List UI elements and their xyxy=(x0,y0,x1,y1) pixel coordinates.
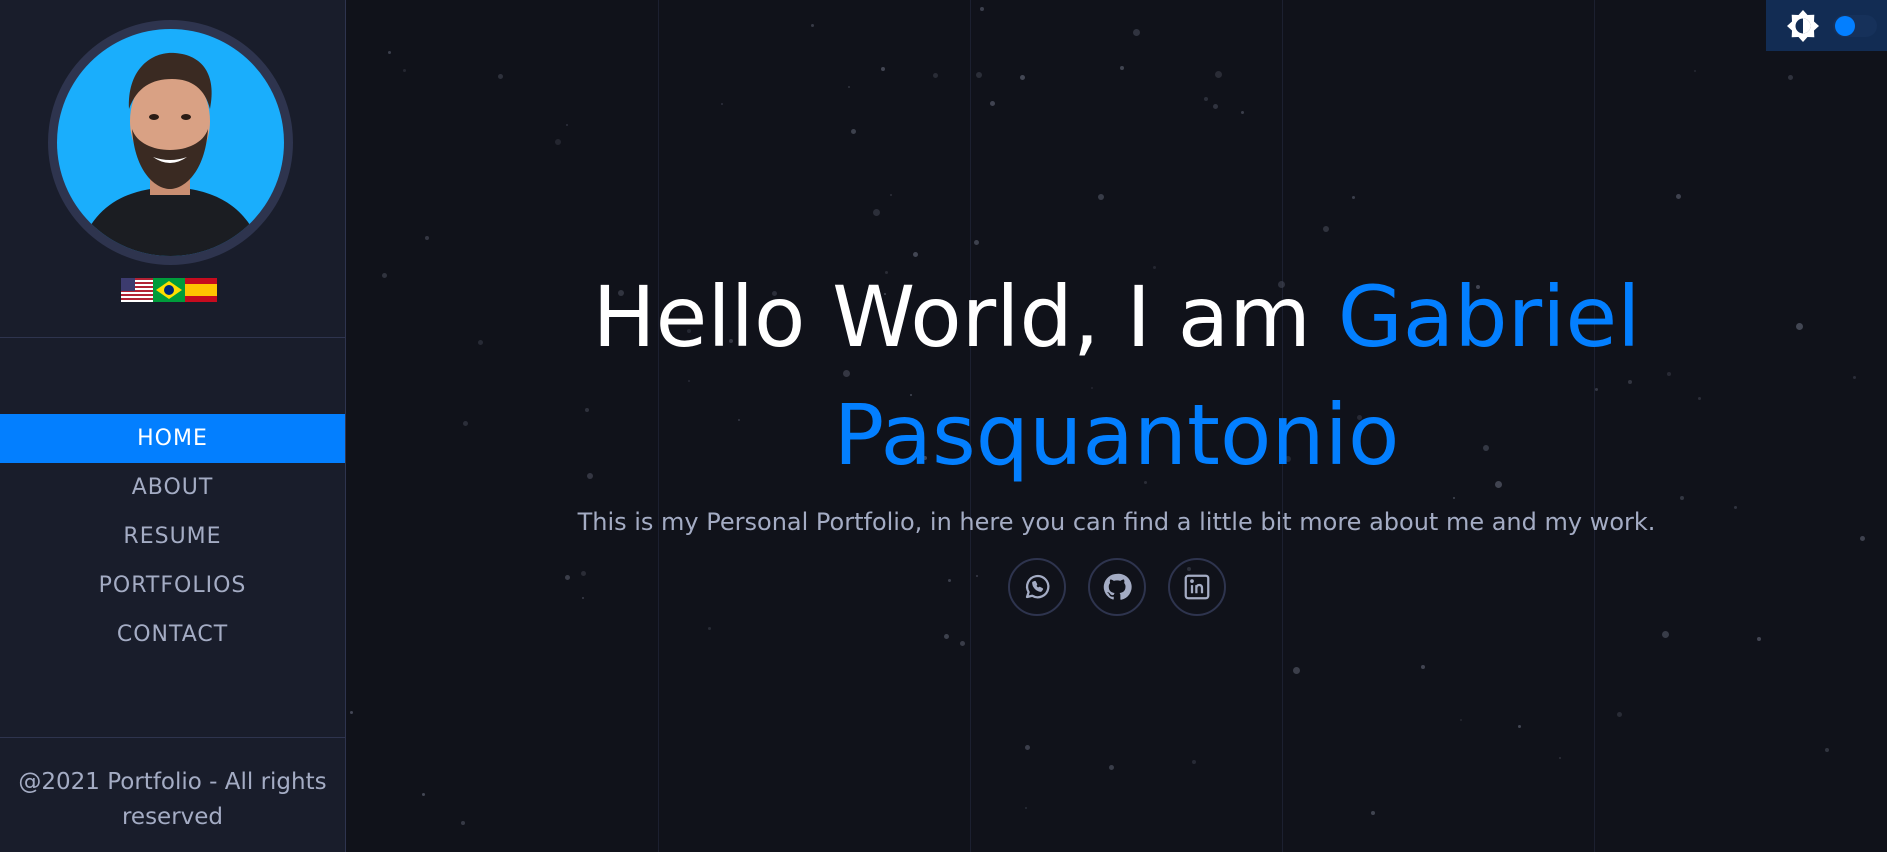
hero-heading: Hello World, I am Gabriel Pasquantonio xyxy=(346,258,1887,494)
particle-dot xyxy=(388,51,391,54)
particle-dot xyxy=(566,124,568,126)
brightness-icon[interactable] xyxy=(1785,8,1821,44)
particle-dot xyxy=(1694,70,1696,72)
particle-dot xyxy=(811,24,814,27)
particle-dot xyxy=(708,627,711,630)
particle-dot xyxy=(960,641,965,646)
particle-dot xyxy=(1617,712,1622,717)
nav-item-resume[interactable]: RESUME xyxy=(0,512,345,561)
divider xyxy=(0,737,345,738)
particle-dot xyxy=(1421,665,1425,669)
particle-dot xyxy=(1120,66,1124,70)
particle-dot xyxy=(1025,745,1030,750)
particle-dot xyxy=(944,634,949,639)
theme-toggle xyxy=(1766,0,1887,51)
brazil-flag-icon[interactable] xyxy=(153,278,185,302)
github-icon xyxy=(1103,573,1132,600)
spain-flag-icon[interactable] xyxy=(185,278,217,302)
social-links xyxy=(346,558,1887,616)
particle-dot xyxy=(1323,226,1329,232)
particle-dot xyxy=(721,103,723,105)
particle-dot xyxy=(425,236,429,240)
particle-dot xyxy=(1204,97,1208,101)
avatar xyxy=(48,20,293,265)
particle-dot xyxy=(1098,194,1104,200)
hero-section: Hello World, I am Gabriel Pasquantonio T… xyxy=(346,0,1887,852)
theme-switch[interactable] xyxy=(1833,14,1877,37)
hero-subtitle: This is my Personal Portfolio, in here y… xyxy=(577,508,1656,536)
particle-dot xyxy=(555,139,561,145)
particle-dot xyxy=(980,7,984,11)
particle-dot xyxy=(1676,194,1681,199)
particle-dot xyxy=(990,101,995,106)
whatsapp-icon xyxy=(1025,574,1049,599)
particle-dot xyxy=(1215,71,1222,78)
particle-dot xyxy=(851,129,856,134)
particle-dot xyxy=(1757,637,1761,641)
copyright-text: @2021 Portfolio - All rights reserved xyxy=(18,769,327,830)
main-nav: HOME ABOUT RESUME PORTFOLIOS CONTACT xyxy=(0,414,345,659)
particle-dot xyxy=(1518,725,1521,728)
particle-dot xyxy=(403,69,406,72)
sidebar: HOME ABOUT RESUME PORTFOLIOS CONTACT @20… xyxy=(0,0,346,852)
language-switcher xyxy=(121,278,217,302)
particle-dot xyxy=(1460,719,1462,721)
particle-dot xyxy=(873,209,880,216)
particle-dot xyxy=(498,74,503,79)
profile-photo xyxy=(57,29,284,256)
particle-dot xyxy=(1213,104,1218,109)
particle-dot xyxy=(350,711,353,714)
linkedin-button[interactable] xyxy=(1167,558,1226,616)
particle-dot xyxy=(1025,807,1027,809)
particle-dot xyxy=(974,240,979,245)
particle-dot xyxy=(890,194,892,196)
particle-dot xyxy=(976,72,982,78)
particle-dot xyxy=(1020,75,1025,80)
greeting-text: Hello World, I am xyxy=(592,268,1338,366)
particle-dot xyxy=(461,821,465,825)
nav-item-about[interactable]: ABOUT xyxy=(0,463,345,512)
divider xyxy=(0,337,345,338)
particle-dot xyxy=(1293,667,1300,674)
particle-dot xyxy=(1352,196,1355,199)
github-button[interactable] xyxy=(1087,558,1146,616)
particle-dot xyxy=(1371,811,1375,815)
particle-dot xyxy=(933,73,938,78)
linkedin-icon xyxy=(1184,574,1209,600)
particle-dot xyxy=(1559,757,1561,759)
nav-item-home[interactable]: HOME xyxy=(0,414,345,463)
particle-dot xyxy=(913,252,918,257)
particle-dot xyxy=(422,793,425,796)
switch-knob[interactable] xyxy=(1835,15,1855,36)
particle-dot xyxy=(1192,760,1196,764)
particle-dot xyxy=(848,86,850,88)
nav-item-contact[interactable]: CONTACT xyxy=(0,610,345,659)
particle-dot xyxy=(881,67,885,71)
particle-dot xyxy=(1133,29,1140,36)
particle-dot xyxy=(1788,75,1793,80)
particle-dot xyxy=(1662,631,1669,638)
whatsapp-button[interactable] xyxy=(1007,558,1066,616)
nav-item-portfolios[interactable]: PORTFOLIOS xyxy=(0,561,345,610)
particle-dot xyxy=(1109,765,1114,770)
hero-content: Hello World, I am Gabriel Pasquantonio T… xyxy=(346,258,1887,616)
particle-dot xyxy=(1825,748,1829,752)
particle-dot xyxy=(1241,111,1244,114)
us-flag-icon[interactable] xyxy=(121,278,153,302)
